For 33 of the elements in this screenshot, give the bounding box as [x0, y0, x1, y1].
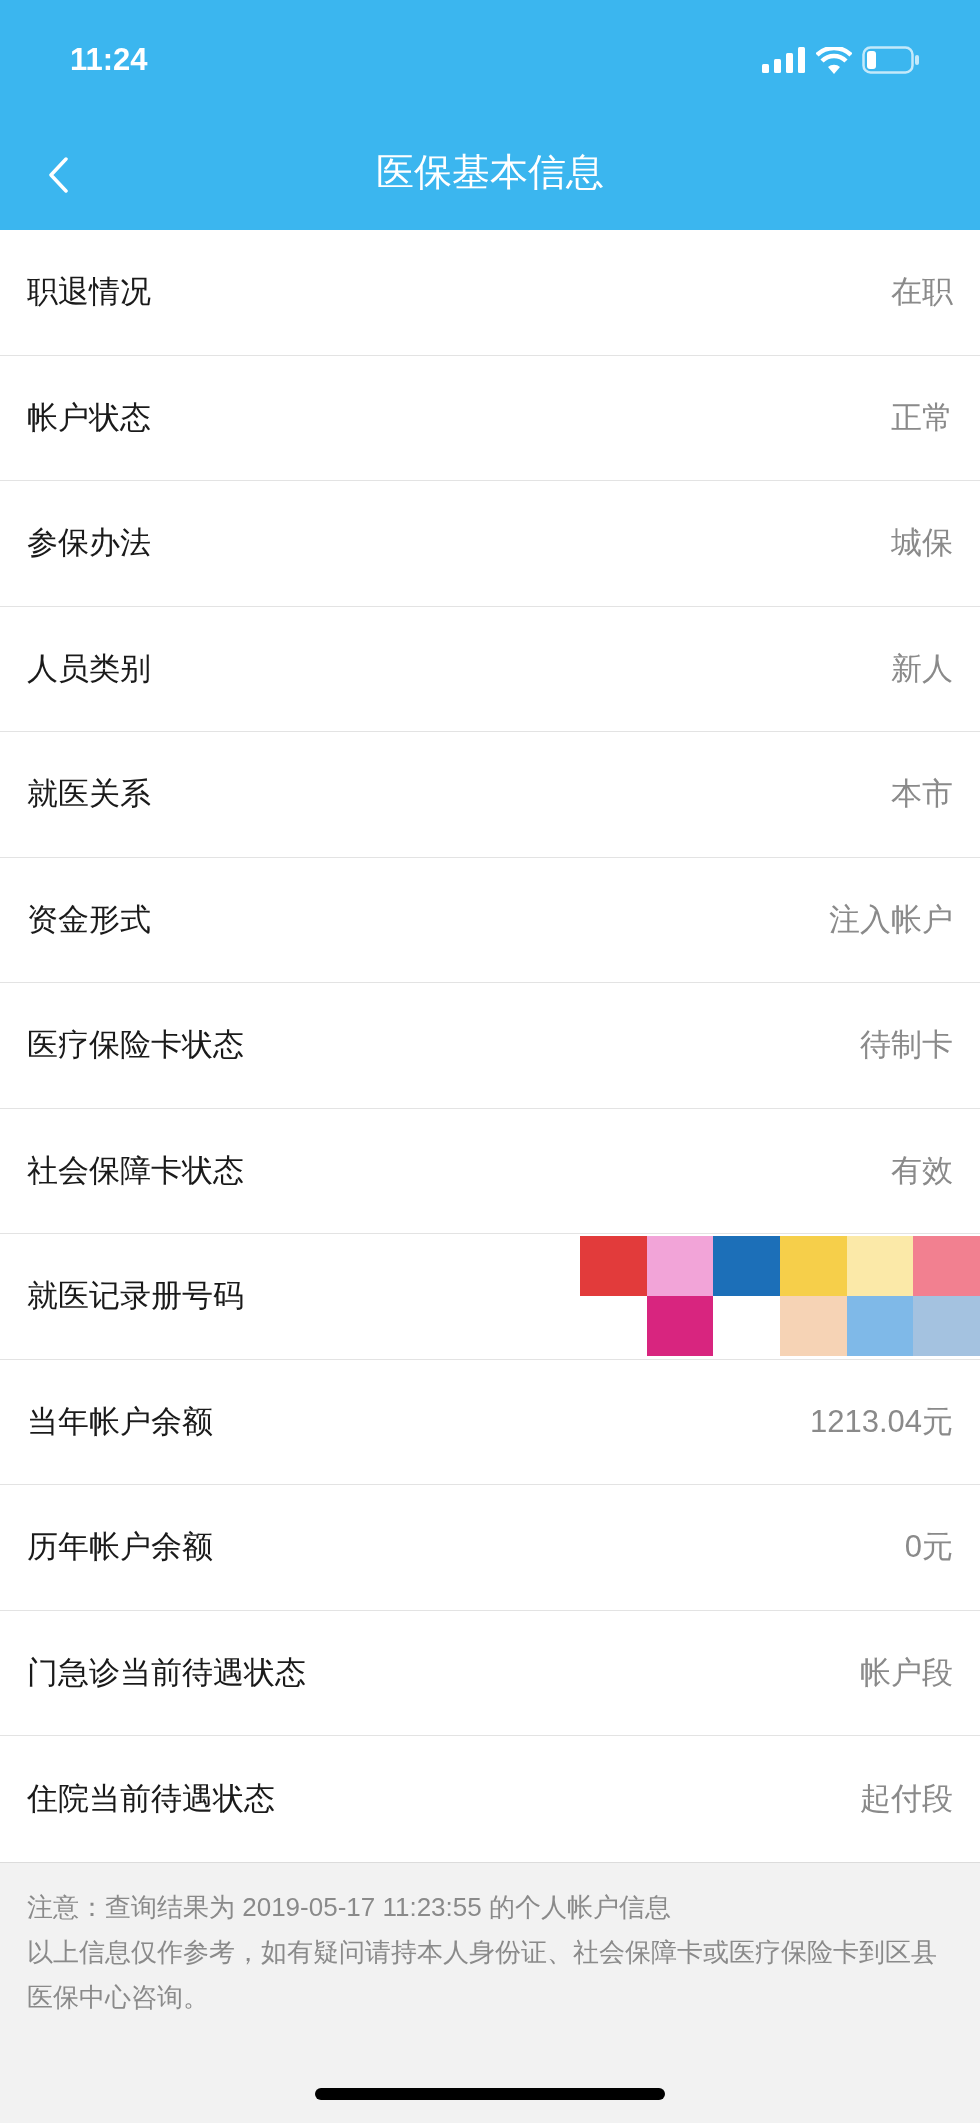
- wifi-icon: [816, 46, 852, 74]
- field-value: 在职: [891, 273, 953, 311]
- battery-icon: [862, 46, 920, 74]
- footer-note: 注意：查询结果为 2019-05-17 11:23:55 的个人帐户信息: [27, 1890, 672, 1924]
- field-value: 待制卡: [860, 1026, 953, 1064]
- field-value: 1213.04元: [809, 1402, 953, 1441]
- field-value: 新人: [891, 649, 953, 688]
- field-value: 起付段: [860, 1779, 953, 1818]
- field-label: 社会保障卡状态: [27, 1151, 244, 1190]
- field-value: 有效: [891, 1151, 953, 1190]
- field-value: 帐户段: [860, 1653, 953, 1692]
- field-value: 0元: [904, 1528, 953, 1566]
- field-label: 资金形式: [27, 900, 151, 939]
- page-title: 医保基本信息: [376, 149, 604, 195]
- field-label: 住院当前待遇状态: [27, 1779, 275, 1818]
- field-label: 就医关系: [27, 775, 151, 813]
- field-label: 帐户状态: [27, 398, 151, 437]
- field-value: 城保: [891, 524, 953, 562]
- field-label: 历年帐户余额: [27, 1528, 213, 1566]
- field-value: 正常: [891, 398, 953, 437]
- back-icon: [48, 157, 68, 193]
- field-label: 当年帐户余额: [27, 1402, 213, 1441]
- field-label: 就医记录册号码: [27, 1277, 244, 1315]
- field-label: 医疗保险卡状态: [27, 1026, 244, 1064]
- status-time: 11:24: [70, 40, 148, 79]
- field-label: 参保办法: [27, 524, 151, 562]
- signal-icon: [762, 47, 806, 73]
- field-label: 职退情况: [27, 273, 151, 311]
- footer-note: 以上信息仅作参考，如有疑问请持本人身份证、社会保障卡或医疗保险卡到区县医保中心咨询。: [27, 1935, 938, 2014]
- field-label: 人员类别: [27, 649, 151, 688]
- field-label: 门急诊当前待遇状态: [27, 1653, 306, 1692]
- field-value: 本市: [891, 775, 953, 813]
- field-value: 注入帐户: [829, 900, 953, 939]
